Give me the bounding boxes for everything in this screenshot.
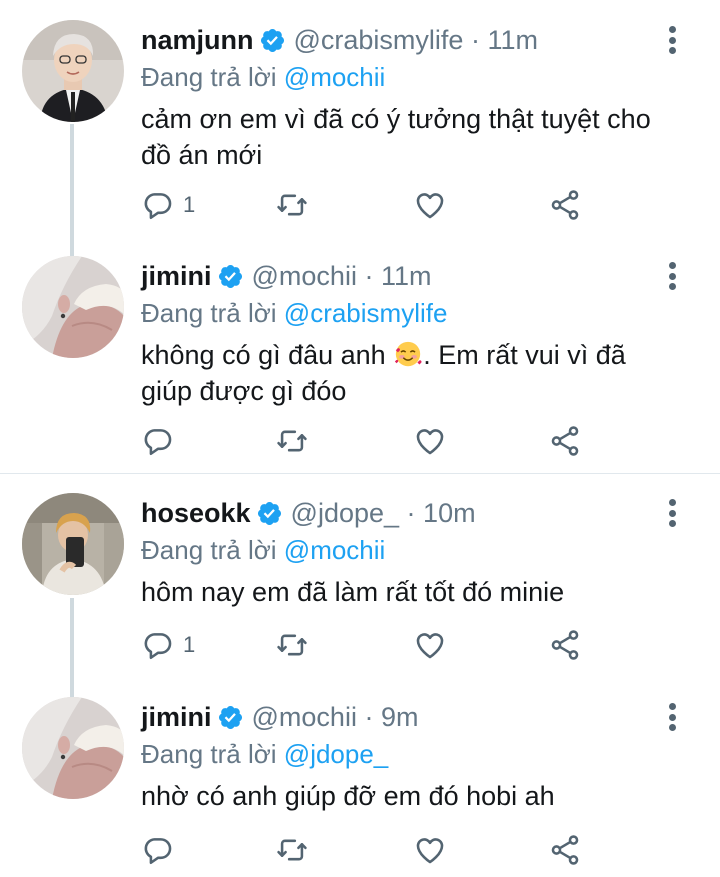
avatar-image <box>22 20 124 122</box>
avatar-jimini[interactable] <box>22 697 124 799</box>
reply-mention[interactable]: @mochii <box>284 62 386 92</box>
display-name[interactable]: jimini <box>141 702 212 733</box>
like-icon <box>416 838 444 864</box>
avatar-image <box>22 493 124 595</box>
more-options-icon[interactable] <box>664 495 680 531</box>
dot-separator: · <box>399 497 424 528</box>
share-icon <box>551 426 579 456</box>
tweet-header: namjunn @crabismylife · 11m <box>141 20 680 60</box>
share-icon <box>551 835 579 865</box>
dot-separator: · <box>356 260 381 291</box>
more-options-icon[interactable] <box>664 22 680 58</box>
avatar-namjunn[interactable] <box>22 20 124 122</box>
tweet-text: hôm nay em đã làm rất tốt đó minie <box>141 577 565 607</box>
dot-separator: · <box>356 701 381 732</box>
avatar-hoseokk[interactable] <box>22 493 124 595</box>
replying-label: Đang trả lời <box>141 739 277 769</box>
retweet-button[interactable] <box>275 421 309 461</box>
reply-button[interactable]: 1 <box>141 625 195 665</box>
reply-button[interactable] <box>141 830 183 870</box>
separator <box>0 473 720 474</box>
reply-mention[interactable]: @crabismylife <box>284 298 448 328</box>
retweet-button[interactable] <box>275 625 309 665</box>
dot-separator: · <box>463 24 488 55</box>
display-name[interactable]: hoseokk <box>141 498 251 529</box>
display-name[interactable]: jimini <box>141 261 212 292</box>
like-icon <box>416 633 444 659</box>
like-button[interactable] <box>413 830 447 870</box>
tweet-actions <box>141 830 601 870</box>
avatar-image <box>22 697 124 799</box>
tweet-text: nhờ có anh giúp đỡ em đó hobi ah <box>141 781 555 811</box>
thread-line <box>70 124 74 264</box>
share-button[interactable] <box>548 421 582 461</box>
replying-to: Đang trả lời @crabismylife <box>141 296 680 330</box>
retweet-icon <box>277 430 307 452</box>
tweet-header: jimini @mochii · 9m <box>141 697 680 737</box>
like-icon <box>416 193 444 219</box>
replying-label: Đang trả lời <box>141 62 277 92</box>
retweet-icon <box>277 194 307 216</box>
verified-badge-icon <box>256 500 283 527</box>
handle[interactable]: @mochii <box>252 702 357 733</box>
more-options-icon[interactable] <box>664 699 680 735</box>
tweet-text: không có gì đâu anh . Em rất vui vì đã g… <box>141 337 661 409</box>
share-button[interactable] <box>548 185 582 225</box>
retweet-icon <box>277 839 307 861</box>
share-button[interactable] <box>548 625 582 665</box>
smiling-face-with-hearts-icon <box>393 339 423 369</box>
more-options-icon[interactable] <box>664 258 680 294</box>
share-button[interactable] <box>548 830 582 870</box>
tweet-actions: 1 <box>141 625 601 665</box>
reply-icon <box>144 838 172 865</box>
reply-icon <box>144 633 172 660</box>
retweet-button[interactable] <box>275 830 309 870</box>
like-icon <box>416 429 444 455</box>
retweet-icon <box>277 634 307 656</box>
tweet-actions: 1 <box>141 185 601 225</box>
tweet-header: jimini @mochii · 11m <box>141 256 680 296</box>
like-button[interactable] <box>413 625 447 665</box>
like-button[interactable] <box>413 421 447 461</box>
tweet-actions <box>141 421 601 461</box>
share-icon <box>551 630 579 660</box>
verified-badge-icon <box>217 704 244 731</box>
tweet-text: cảm ơn em vì đã có ý tưởng thật tuyệt ch… <box>141 104 651 170</box>
timestamp[interactable]: 9m <box>381 702 419 733</box>
verified-badge-icon <box>217 263 244 290</box>
timestamp[interactable]: 10m <box>423 498 476 529</box>
reply-button[interactable] <box>141 421 183 461</box>
replying-label: Đang trả lời <box>141 298 277 328</box>
handle[interactable]: @mochii <box>252 261 357 292</box>
avatar-jimini[interactable] <box>22 256 124 358</box>
reply-count: 1 <box>183 632 196 657</box>
timestamp[interactable]: 11m <box>381 261 432 292</box>
reply-mention[interactable]: @jdope_ <box>284 739 388 769</box>
tweet-text-part: không có gì đâu anh <box>141 340 394 370</box>
replying-to: Đang trả lời @mochii <box>141 533 680 567</box>
retweet-button[interactable] <box>275 185 309 225</box>
thread-line <box>70 598 74 698</box>
verified-badge-icon <box>259 27 286 54</box>
reply-button[interactable]: 1 <box>141 185 195 225</box>
share-icon <box>551 190 579 220</box>
replying-label: Đang trả lời <box>141 535 277 565</box>
timestamp[interactable]: 11m <box>487 25 538 56</box>
reply-icon <box>144 429 172 456</box>
reply-icon <box>144 193 172 220</box>
handle[interactable]: @crabismylife <box>294 25 464 56</box>
reply-mention[interactable]: @mochii <box>284 535 386 565</box>
replying-to: Đang trả lời @mochii <box>141 60 680 94</box>
like-button[interactable] <box>413 185 447 225</box>
avatar-image <box>22 256 124 358</box>
tweet-header: hoseokk @jdope_ · 10m <box>141 493 680 533</box>
handle[interactable]: @jdope_ <box>291 498 400 529</box>
reply-count: 1 <box>183 192 196 217</box>
display-name[interactable]: namjunn <box>141 25 254 56</box>
replying-to: Đang trả lời @jdope_ <box>141 737 680 771</box>
